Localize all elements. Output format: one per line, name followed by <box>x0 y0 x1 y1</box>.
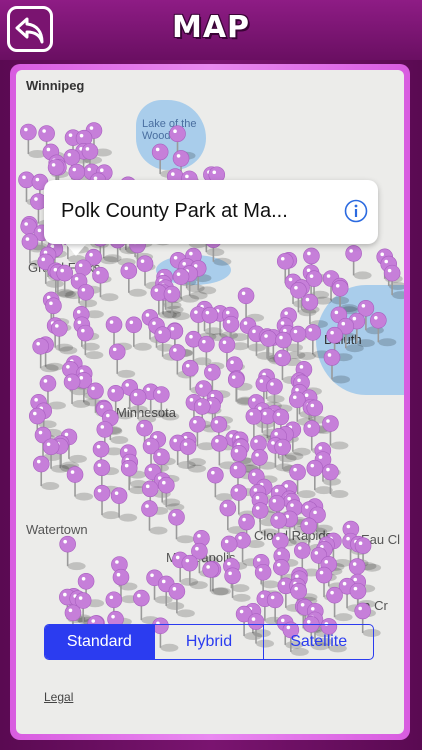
map-pin[interactable] <box>168 508 195 544</box>
map-view[interactable]: Winnipeg Lake of the Woods Grand Forks D… <box>16 70 404 734</box>
map-type-control[interactable]: Standard Hybrid Satellite <box>44 624 374 660</box>
map-type-satellite[interactable]: Satellite <box>263 625 373 659</box>
map-type-standard[interactable]: Standard <box>45 625 154 659</box>
map-pin[interactable] <box>59 535 86 571</box>
page-title: MAP <box>171 10 251 45</box>
map-pin[interactable] <box>32 455 60 491</box>
legal-link[interactable]: Legal <box>44 690 73 704</box>
map-pin[interactable] <box>345 245 372 280</box>
map-pin[interactable] <box>237 287 265 322</box>
map-pin[interactable] <box>141 500 168 535</box>
map-pin[interactable] <box>207 466 234 502</box>
map-pin[interactable] <box>108 343 136 378</box>
pin-callout[interactable]: Polk County Park at Ma... <box>44 180 378 244</box>
callout-tail <box>64 242 88 256</box>
map-pin[interactable] <box>133 589 160 625</box>
map-type-hybrid[interactable]: Hybrid <box>153 625 264 659</box>
header: MAP <box>0 0 422 60</box>
callout-title: Polk County Park at Ma... <box>61 200 288 222</box>
map-pin[interactable] <box>92 266 119 302</box>
map-pin[interactable] <box>66 466 94 501</box>
map-pin[interactable] <box>168 583 195 618</box>
info-icon[interactable] <box>344 199 368 223</box>
